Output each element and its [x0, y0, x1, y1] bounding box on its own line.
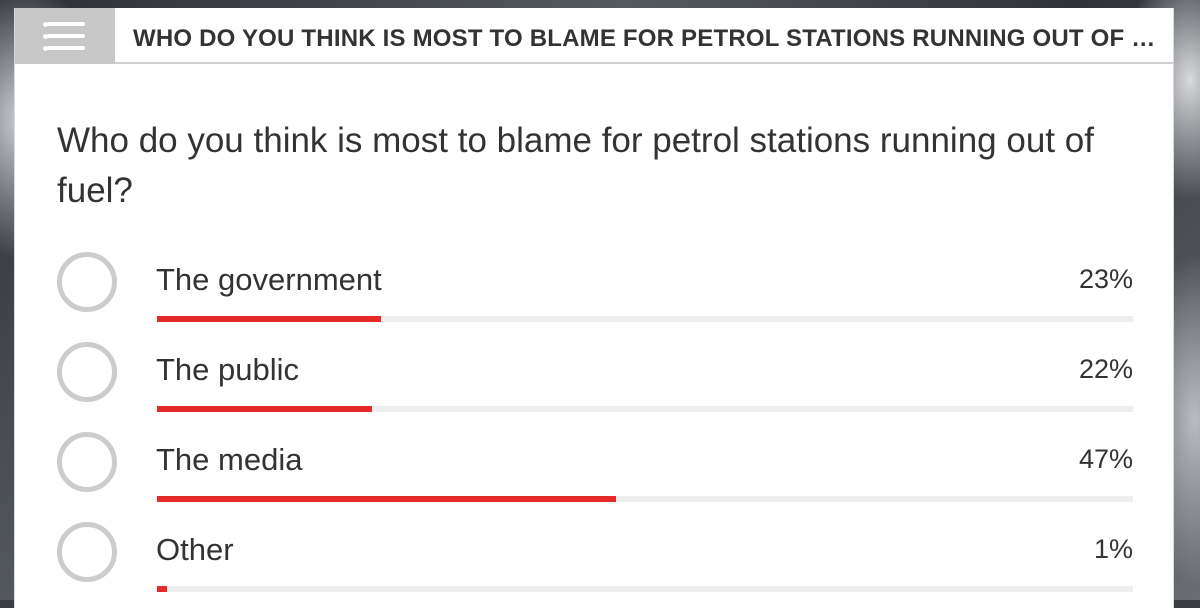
option-label: The government: [156, 262, 382, 297]
option-percent: 23%: [1078, 264, 1133, 294]
result-bar-track: [157, 316, 1133, 322]
radio-button[interactable]: [57, 252, 117, 312]
result-bar-fill: [157, 406, 372, 412]
poll-option[interactable]: Other 1%: [55, 522, 1135, 602]
result-bar-fill: [157, 496, 616, 502]
option-percent: 47%: [1078, 444, 1133, 474]
poll-option[interactable]: The government 23%: [55, 252, 1135, 332]
poll-widget: WHO DO YOU THINK IS MOST TO BLAME FOR PE…: [14, 8, 1174, 608]
menu-button[interactable]: [15, 8, 115, 64]
option-label: The media: [156, 442, 303, 477]
option-label: The public: [156, 352, 300, 387]
result-bar-fill: [157, 586, 167, 592]
result-bar-track: [157, 496, 1133, 502]
option-percent: 22%: [1078, 354, 1133, 384]
poll-question: Who do you think is most to blame for pe…: [57, 121, 1094, 210]
result-bar-track: [157, 586, 1133, 592]
poll-header: WHO DO YOU THINK IS MOST TO BLAME FOR PE…: [15, 8, 1173, 64]
poll-option[interactable]: The media 47%: [55, 432, 1135, 512]
radio-button[interactable]: [57, 522, 117, 582]
result-bar-fill: [157, 316, 382, 322]
radio-button[interactable]: [57, 432, 117, 492]
option-label: Other: [156, 532, 234, 567]
poll-option[interactable]: The public 22%: [55, 342, 1135, 422]
radio-button[interactable]: [57, 342, 117, 402]
result-bar-track: [157, 406, 1133, 412]
option-percent: 1%: [1093, 534, 1133, 564]
poll-header-title: WHO DO YOU THINK IS MOST TO BLAME FOR PE…: [133, 25, 1163, 52]
